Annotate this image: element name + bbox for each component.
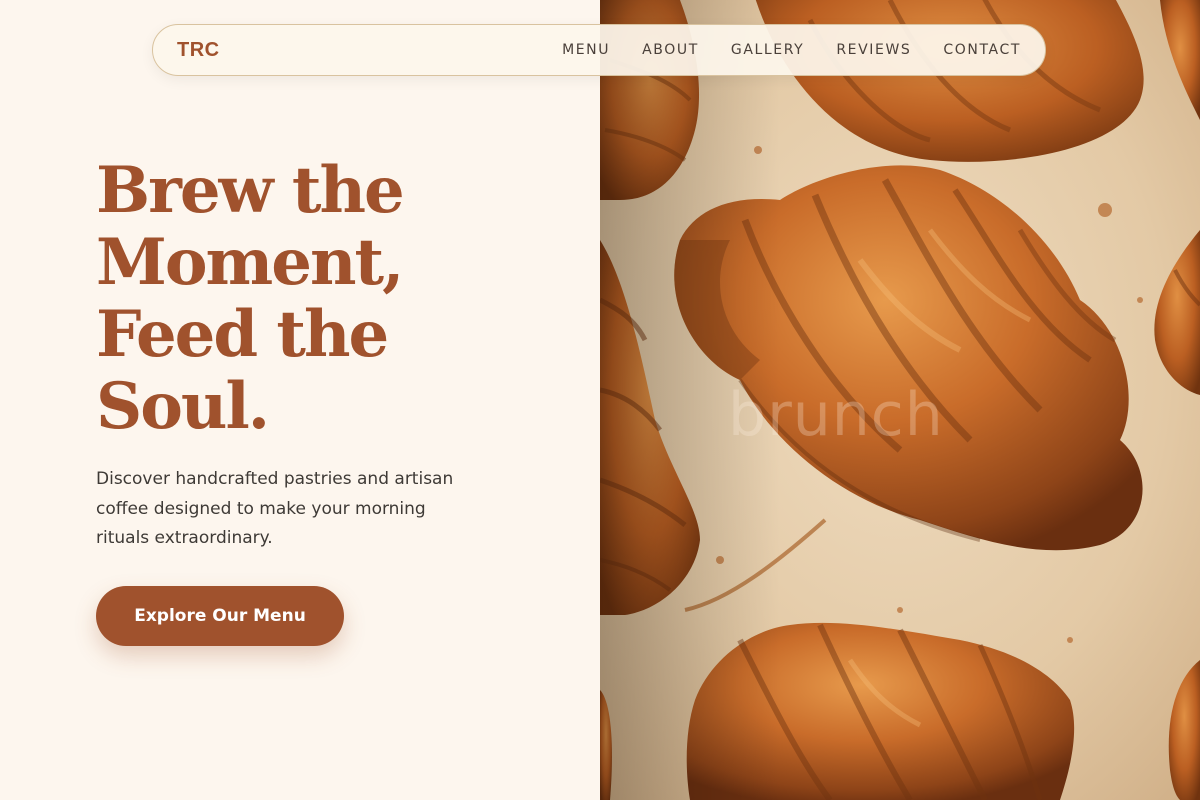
hero-croissant-image: brunch — [600, 0, 1200, 800]
hero-subtitle-line: rituals extraordinary. — [96, 528, 273, 548]
image-watermark: brunch — [728, 380, 944, 450]
nav-link-reviews[interactable]: REVIEWS — [836, 42, 911, 58]
top-navbar: TRC MENU ABOUT GALLERY REVIEWS CONTACT — [152, 24, 1046, 76]
landing-page: brunch TRC MENU ABOUT GALLERY REVIEWS CO… — [0, 0, 1200, 800]
nav-link-about[interactable]: ABOUT — [642, 42, 699, 58]
nav-link-gallery[interactable]: GALLERY — [731, 42, 804, 58]
hero-subtitle: Discover handcrafted pastries and artisa… — [96, 465, 453, 554]
hero-headline-line: Moment, — [96, 225, 404, 300]
nav-link-menu[interactable]: MENU — [562, 42, 610, 58]
hero-headline: Brew the Moment, Feed the Soul. — [96, 153, 405, 444]
hero-subtitle-line: coffee designed to make your morning — [96, 498, 426, 519]
nav-link-contact[interactable]: CONTACT — [943, 42, 1021, 58]
hero-headline-line: Brew the — [96, 153, 405, 228]
hero-headline-line: Soul. — [96, 369, 270, 444]
nav-links: MENU ABOUT GALLERY REVIEWS CONTACT — [562, 42, 1021, 58]
site-logo[interactable]: TRC — [177, 39, 220, 62]
explore-menu-button[interactable]: Explore Our Menu — [96, 586, 344, 646]
hero-subtitle-line: Discover handcrafted pastries and artisa… — [96, 469, 454, 489]
hero-headline-line: Feed the — [96, 297, 389, 372]
